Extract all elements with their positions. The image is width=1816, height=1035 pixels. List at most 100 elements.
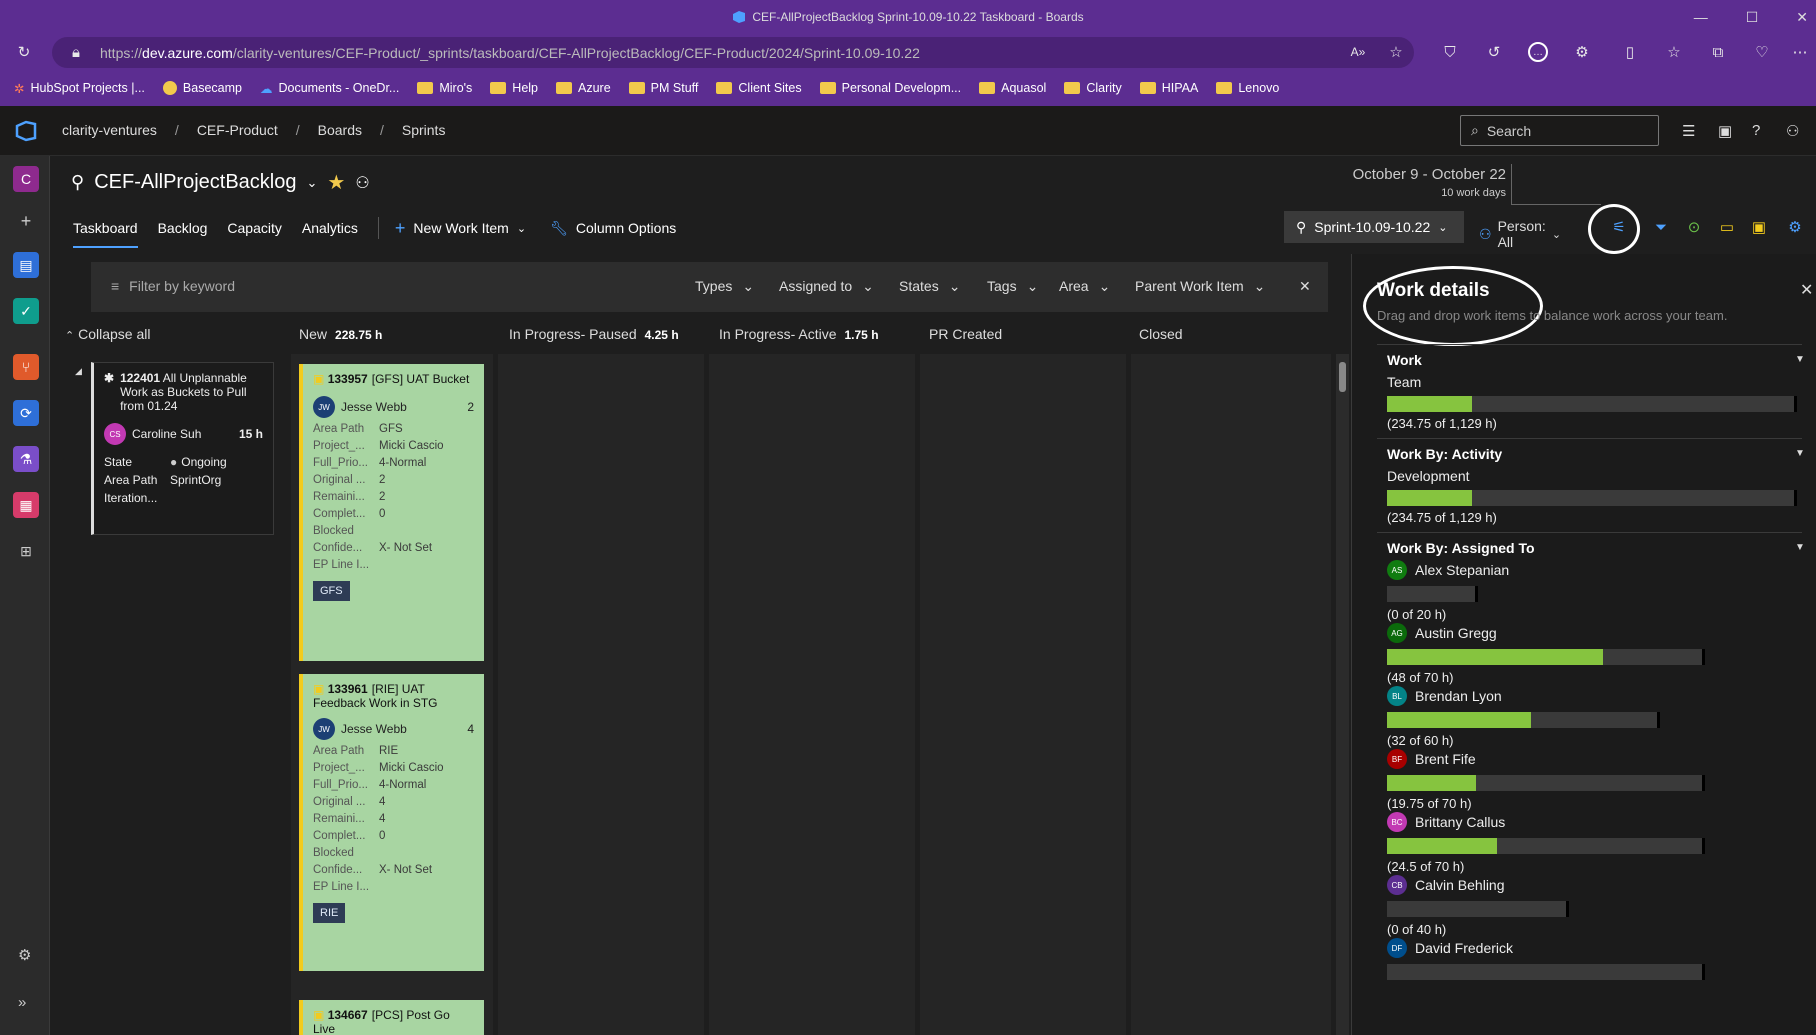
boards-icon[interactable]: ✓	[13, 298, 39, 324]
close-filter-icon[interactable]: ✕	[1299, 278, 1311, 295]
bookmark-onedrive[interactable]: ☁ Documents - OneDr...	[260, 81, 399, 96]
settings-gear-icon[interactable]: ⚙	[1784, 216, 1806, 238]
bookmark-azure[interactable]: Azure	[556, 81, 611, 95]
refresh-icon[interactable]: ↻	[14, 42, 34, 62]
tab-capacity[interactable]: Capacity	[227, 206, 281, 250]
favorite-star-icon[interactable]: ☆	[1386, 42, 1406, 62]
person-filter[interactable]: ⚇ Person: All ⌄	[1479, 218, 1561, 250]
test-plans-icon[interactable]: ⚗	[13, 446, 39, 472]
bookmark-clarity[interactable]: Clarity	[1064, 81, 1122, 95]
remaining-work[interactable]: 2	[467, 400, 474, 414]
types-dropdown[interactable]: Types ⌄	[695, 278, 754, 295]
assigned-to-dropdown[interactable]: Assigned to ⌄	[779, 278, 874, 295]
tags-dropdown[interactable]: Tags ⌄	[987, 278, 1038, 295]
read-aloud-icon[interactable]: A»	[1348, 42, 1368, 62]
org-avatar[interactable]: C	[13, 166, 39, 192]
chevron-down-icon: ⌄	[862, 278, 874, 294]
parent-work-item-card[interactable]: ✱ 122401 All Unplannable Work as Buckets…	[91, 362, 274, 535]
area-dropdown[interactable]: Area ⌄	[1059, 278, 1110, 295]
bookmark-aquasol[interactable]: Aquasol	[979, 81, 1046, 95]
bookmark-pm-stuff[interactable]: PM Stuff	[628, 81, 698, 95]
card-assignee[interactable]: Jesse Webb	[341, 722, 407, 736]
states-dropdown[interactable]: States ⌄	[899, 278, 960, 295]
task-card[interactable]: ▣ 134667 [PCS] Post Go Live	[299, 1000, 484, 1035]
capacity-icon[interactable]: ▣	[1748, 216, 1770, 238]
address-bar[interactable]: 🔒︎ https://dev.azure.com/clarity-venture…	[52, 37, 1414, 68]
bookmark-hipaa[interactable]: HIPAA	[1139, 81, 1198, 95]
bookmark-miros[interactable]: Miro's	[417, 81, 472, 95]
task-list-icon[interactable]: ☰	[1682, 122, 1695, 140]
tag-badge[interactable]: RIE	[313, 903, 346, 923]
collapse-section-icon[interactable]: ▼	[1795, 354, 1805, 365]
repos-icon[interactable]: ⑂	[13, 354, 39, 380]
tab-analytics[interactable]: Analytics	[302, 206, 358, 250]
favorite-star-icon[interactable]: ★	[327, 170, 345, 195]
keyword-filter-input[interactable]: ≡ Filter by keyword	[111, 278, 235, 294]
overview-icon[interactable]: ▤	[13, 252, 39, 278]
breadcrumb-project[interactable]: CEF-Product	[197, 122, 278, 138]
fullscreen-icon[interactable]: ⊙	[1683, 216, 1705, 238]
close-panel-icon[interactable]: ✕	[1800, 280, 1813, 300]
filter-funnel-icon[interactable]: ⏷	[1650, 216, 1672, 238]
add-icon[interactable]: +	[13, 208, 39, 234]
shopping-bag-icon[interactable]: ▣	[1718, 122, 1732, 140]
collapse-all-button[interactable]: ⌃ Collapse all	[65, 326, 150, 342]
shield-extension-icon[interactable]: ⛉	[1440, 42, 1460, 62]
card-assignee[interactable]: Jesse Webb	[341, 400, 407, 414]
breadcrumb-sprints[interactable]: Sprints	[402, 122, 446, 138]
basecamp-icon	[162, 81, 177, 95]
artifacts-icon[interactable]: ▦	[13, 492, 39, 518]
team-members-icon[interactable]: ⚇	[355, 173, 369, 193]
more-menu-icon[interactable]: ⋯	[1790, 42, 1810, 62]
expand-rail-icon[interactable]: »	[18, 994, 26, 1011]
bookmark-help[interactable]: Help	[490, 81, 538, 95]
assignee-capacity-bar	[1387, 775, 1705, 791]
bookmark-basecamp[interactable]: Basecamp	[162, 81, 242, 95]
devops-header: clarity-ventures / CEF-Product / Boards / S…	[0, 106, 1816, 156]
column-options-button[interactable]: 🔧︎ Column Options	[550, 220, 676, 237]
expand-row-icon[interactable]: ◢	[75, 366, 82, 377]
breadcrumb-boards[interactable]: Boards	[318, 122, 362, 138]
close-window-button[interactable]: ✕	[1796, 9, 1808, 26]
bookmark-hubspot[interactable]: ✲ HubSpot Projects |...	[14, 81, 145, 96]
sprint-dates: October 9 - October 22 10 work days	[1321, 166, 1506, 199]
parent-work-item-dropdown[interactable]: Parent Work Item ⌄	[1135, 278, 1265, 295]
board-name[interactable]: CEF-AllProjectBacklog	[94, 171, 296, 194]
browser-essentials-icon[interactable]: ♡	[1752, 42, 1772, 62]
sprint-picker[interactable]: ⚲ Sprint-10.09-10.22 ⌄	[1284, 211, 1464, 243]
collapse-section-icon[interactable]: ▼	[1795, 448, 1805, 459]
tag-badge[interactable]: GFS	[313, 581, 350, 601]
bookmark-client-sites[interactable]: Client Sites	[716, 81, 802, 95]
search-input[interactable]: ⌕ Search	[1460, 115, 1659, 146]
task-card[interactable]: ▣ 133961 [RIE] UAT Feedback Work in STG J…	[299, 674, 484, 971]
tab-taskboard[interactable]: Taskboard	[73, 206, 138, 250]
view-options-icon[interactable]: ▭	[1716, 216, 1738, 238]
split-screen-icon[interactable]: ▯	[1620, 42, 1640, 62]
maximize-button[interactable]: ☐	[1746, 9, 1759, 26]
user-settings-icon[interactable]: ⚇	[1786, 122, 1799, 140]
task-card[interactable]: ▣ 133957 [GFS] UAT Bucket JW Jesse Webb 2…	[299, 364, 484, 661]
bookmark-lenovo[interactable]: Lenovo	[1216, 81, 1279, 95]
remaining-work[interactable]: 4	[467, 722, 474, 736]
collections-icon[interactable]: ⧉	[1708, 42, 1728, 62]
pipelines-icon[interactable]: ⟳	[13, 400, 39, 426]
breadcrumb-org[interactable]: clarity-ventures	[62, 122, 157, 138]
extensions-icon[interactable]: ⚙	[1572, 42, 1592, 62]
azure-devops-logo-icon[interactable]	[14, 119, 38, 146]
new-work-item-button[interactable]: + New Work Item ⌄	[395, 218, 526, 239]
help-icon[interactable]: ?	[1752, 122, 1760, 139]
project-settings-icon[interactable]: ⚙	[18, 946, 31, 964]
chevron-down-icon[interactable]: ⌄	[306, 175, 317, 191]
minimize-button[interactable]: —	[1694, 9, 1708, 25]
tab-backlog[interactable]: Backlog	[158, 206, 208, 250]
board-scrollbar[interactable]	[1336, 354, 1349, 1035]
bookmark-personal-development[interactable]: Personal Developm...	[819, 81, 961, 95]
parent-card-iteration: Iteration...	[104, 491, 158, 505]
collapse-section-icon[interactable]: ▼	[1795, 542, 1805, 553]
sync-extension-icon[interactable]: ↺	[1484, 42, 1504, 62]
lock-icon[interactable]: 🔒︎	[66, 42, 86, 62]
chat-extension-icon[interactable]: …	[1528, 42, 1548, 62]
favorites-icon[interactable]: ☆	[1664, 42, 1684, 62]
assignee-row: AS Alex Stepanian	[1387, 560, 1509, 580]
extensions-grid-icon[interactable]: ⊞	[13, 538, 39, 564]
